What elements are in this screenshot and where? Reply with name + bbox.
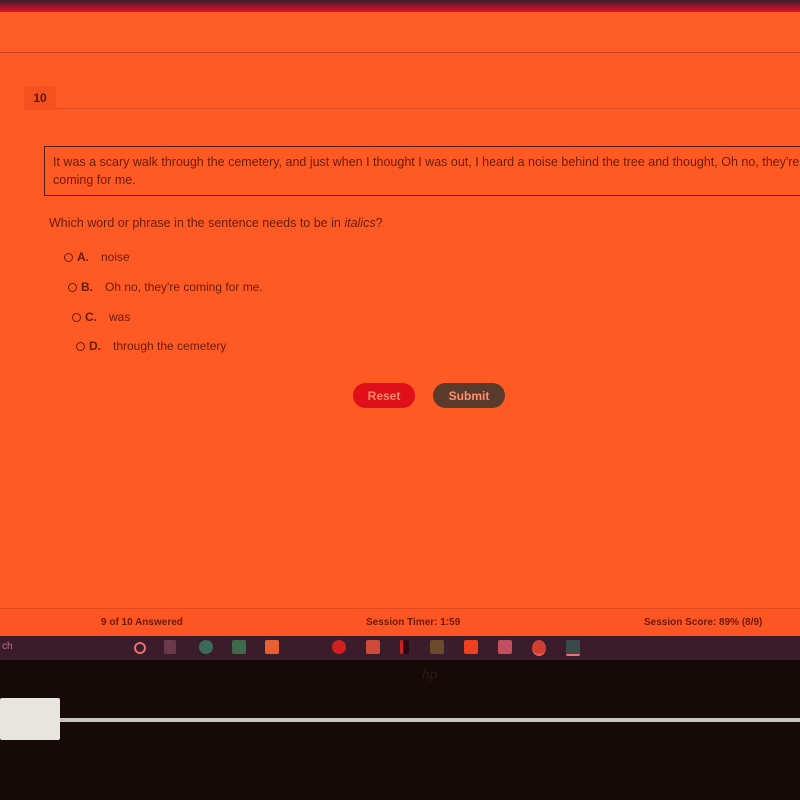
laptop-edge: [60, 718, 800, 722]
divider: [56, 108, 800, 109]
submit-button[interactable]: Submit: [433, 383, 505, 408]
choice-letter: D.: [89, 339, 101, 353]
choice-letter: B.: [81, 280, 93, 294]
choice-text: noise: [101, 250, 130, 264]
hp-logo: hp: [422, 666, 438, 682]
prompt-text: Which word or phrase in the sentence nee…: [49, 216, 345, 230]
choice-c[interactable]: C. was: [72, 310, 130, 324]
radio-icon[interactable]: [72, 312, 81, 322]
expressvpn-icon[interactable]: [332, 640, 346, 654]
browser-top-bar: [0, 0, 800, 12]
choice-a[interactable]: A. noise: [64, 250, 130, 264]
sticker: [0, 698, 60, 740]
header-band: [0, 12, 800, 53]
monitor-bezel: [0, 660, 800, 800]
question-number: 10: [24, 86, 56, 110]
radio-icon[interactable]: [68, 282, 77, 292]
screen: 10 It was a scary walk through the cemet…: [0, 0, 800, 636]
netflix-icon[interactable]: [400, 640, 409, 654]
dropbox-icon[interactable]: [498, 640, 512, 654]
file-explorer-icon[interactable]: [366, 640, 380, 654]
chrome-icon[interactable]: [532, 640, 546, 656]
answered-count: 9 of 10 Answered: [101, 617, 183, 628]
radio-icon[interactable]: [76, 341, 85, 351]
choice-text: Oh no, they're coming for me.: [105, 280, 263, 294]
choice-letter: A.: [77, 250, 89, 264]
session-score: Session Score: 89% (8/9): [644, 617, 763, 628]
session-timer: Session Timer: 1:59: [366, 617, 461, 628]
task-view-icon[interactable]: [164, 640, 176, 654]
store-icon[interactable]: [265, 640, 279, 654]
reset-button[interactable]: Reset: [353, 383, 415, 408]
sticky-notes-icon[interactable]: [464, 640, 478, 654]
zoom-icon[interactable]: [430, 640, 444, 654]
status-footer: 9 of 10 Answered Session Timer: 1:59 Ses…: [0, 608, 800, 636]
photos-icon[interactable]: [566, 640, 580, 656]
mail-icon[interactable]: [232, 640, 246, 654]
taskbar: ch: [0, 636, 800, 660]
app-icon[interactable]: [300, 640, 314, 654]
choice-letter: C.: [85, 310, 97, 324]
prompt-italic: italics: [344, 216, 376, 230]
edge-icon[interactable]: [199, 640, 213, 654]
passage-box: It was a scary walk through the cemetery…: [44, 146, 800, 196]
choice-b[interactable]: B. Oh no, they're coming for me.: [68, 280, 263, 294]
choice-d[interactable]: D. through the cemetery: [76, 339, 226, 353]
question-prompt: Which word or phrase in the sentence nee…: [49, 216, 383, 230]
radio-icon[interactable]: [64, 252, 73, 262]
cortana-icon[interactable]: [134, 642, 146, 654]
taskbar-search[interactable]: ch: [2, 641, 13, 652]
prompt-end: ?: [375, 216, 383, 230]
choice-text: through the cemetery: [113, 339, 227, 353]
choice-text: was: [109, 310, 131, 324]
